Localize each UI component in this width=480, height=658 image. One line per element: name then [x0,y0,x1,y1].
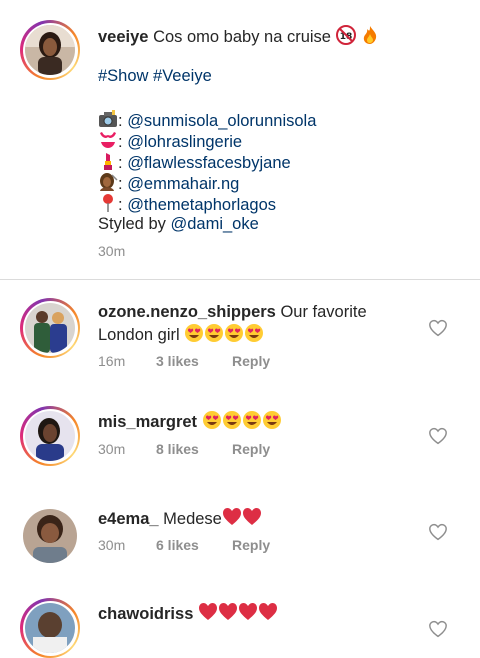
comment-avatar[interactable] [20,298,80,358]
credit-handle[interactable]: @emmahair.ng [127,175,239,193]
comment-avatar[interactable] [20,406,80,466]
credit-row: : @flawlessfacesbyjane [98,151,291,174]
couple-photo-icon [25,303,75,353]
heart-eyes-emojis [184,324,264,344]
red-heart-icon [222,508,241,525]
red-heart-icon [198,603,217,620]
man-photo-icon [25,603,75,653]
comment-timestamp: 16m [98,353,126,369]
credit-row: : @emmahair.ng [98,172,239,195]
styled-by-label: Styled by [98,215,166,233]
red-heart-icon [242,508,261,525]
avatar-photo-icon [25,25,75,75]
camera-icon [99,110,117,127]
comment-timestamp: 30m [98,441,126,457]
comment-line: London girl [98,323,264,346]
woman-photo-icon [25,411,75,461]
credit-handle[interactable]: @lohraslingerie [127,133,242,151]
comment-line: mis_margret [98,410,282,433]
comment-avatar[interactable] [20,598,80,658]
styled-by-line: Styled by @dami_oke [98,214,259,235]
comment-likes[interactable]: 3 likes [156,353,199,369]
post-caption-line1: veeiye Cos omo baby na cruise 18 [98,25,380,48]
comment-username[interactable]: e4ema_ [98,510,159,528]
like-heart-icon[interactable] [428,620,448,638]
credit-handle[interactable]: @flawlessfacesbyjane [127,154,291,172]
heart-eyes-icon [262,411,281,429]
caption-text: Cos omo baby na cruise [153,28,331,46]
red-hearts-emojis [222,508,262,528]
comment-line: chawoidriss [98,602,278,625]
heart-eyes-icon [245,324,264,342]
bikini-icon [100,132,116,148]
post-timestamp: 30m [98,243,126,259]
comment-text: Medese [163,510,222,528]
red-heart-icon [258,603,277,620]
comment-username[interactable]: mis_margret [98,413,197,431]
reply-button[interactable]: Reply [232,537,270,553]
pin-icon [103,194,113,212]
red-heart-icon [218,603,237,620]
heart-eyes-icon [242,411,261,429]
like-heart-icon[interactable] [428,427,448,445]
credit-handle[interactable]: @themetaphorlagos [127,196,276,214]
like-heart-icon[interactable] [428,523,448,541]
red-heart-icon [238,603,257,620]
reply-button[interactable]: Reply [232,353,270,369]
credit-handle[interactable]: @sunmisola_olorunnisola [127,112,316,130]
heart-eyes-icon [205,324,224,342]
hair-salon-icon [100,173,118,191]
comment-likes[interactable]: 8 likes [156,441,199,457]
credit-row: : @lohraslingerie [98,130,242,153]
heart-eyes-icon [222,411,241,429]
caption-divider [0,279,480,280]
post-username[interactable]: veeiye [98,28,148,46]
comment-text: Our favorite [280,303,367,321]
heart-eyes-emojis [202,411,282,431]
lipstick-icon [104,153,112,170]
hashtags[interactable]: #Show #Veeiye [98,66,212,87]
heart-eyes-icon [225,324,244,342]
comment-timestamp: 30m [98,537,126,553]
comment-text: London girl [98,326,180,344]
comment-likes[interactable]: 6 likes [156,537,199,553]
comment-avatar[interactable] [23,509,77,563]
person-photo-icon [23,509,77,563]
comment-username[interactable]: chawoidriss [98,605,193,623]
red-hearts-emojis [198,603,278,623]
heart-eyes-icon [185,324,204,342]
stylist-handle[interactable]: @dami_oke [170,215,258,233]
heart-eyes-icon [202,411,221,429]
post-author-avatar[interactable] [20,20,80,80]
fire-icon [363,26,377,44]
no-under-18-icon: 18 [335,25,356,45]
reply-button[interactable]: Reply [232,441,270,457]
comment-line: e4ema_ Medese [98,507,262,530]
credit-row: : @sunmisola_olorunnisola [98,109,316,132]
comment-line: ozone.nenzo_shippers Our favorite [98,302,367,323]
credit-row: : @themetaphorlagos [98,193,276,216]
like-heart-icon[interactable] [428,319,448,337]
comment-username[interactable]: ozone.nenzo_shippers [98,303,276,321]
